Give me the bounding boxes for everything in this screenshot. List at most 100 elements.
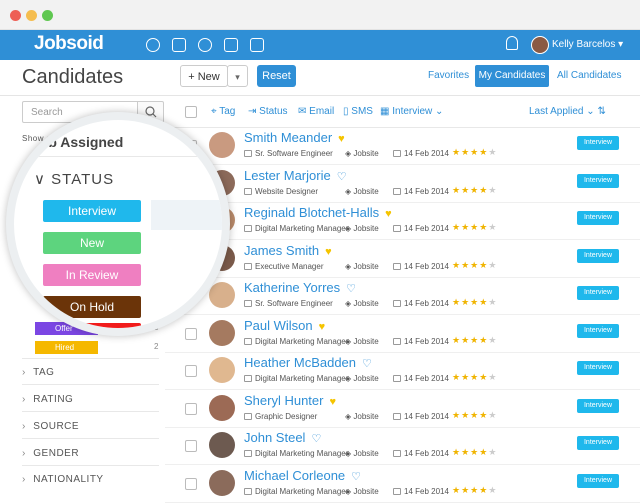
rating-stars[interactable]: ★★★★★ bbox=[452, 485, 497, 496]
candidate-name[interactable]: Sheryl Hunter ♥ bbox=[244, 393, 336, 408]
candidate-name[interactable]: Smith Meander ♥ bbox=[244, 130, 345, 145]
favorite-heart-icon[interactable]: ♥ bbox=[329, 396, 336, 408]
star-icon[interactable]: ★ bbox=[479, 372, 488, 382]
star-icon[interactable]: ★ bbox=[470, 222, 479, 232]
tag-action[interactable]: ⌖ Tag bbox=[211, 106, 235, 117]
candidate-avatar[interactable] bbox=[209, 394, 235, 421]
star-icon[interactable]: ★ bbox=[461, 297, 470, 307]
star-icon[interactable]: ★ bbox=[452, 147, 461, 157]
app-logo[interactable]: Jobsoid bbox=[34, 33, 104, 55]
star-icon[interactable]: ★ bbox=[452, 372, 461, 382]
status-badge[interactable]: Interview bbox=[577, 136, 619, 150]
star-icon[interactable]: ★ bbox=[470, 260, 479, 270]
rating-stars[interactable]: ★★★★★ bbox=[452, 410, 497, 421]
favorite-heart-icon[interactable]: ♥ bbox=[319, 321, 326, 333]
tab-favorites[interactable]: Favorites bbox=[428, 70, 469, 81]
candidate-avatar[interactable] bbox=[209, 432, 235, 458]
reset-button[interactable]: Reset bbox=[257, 65, 296, 87]
star-icon[interactable]: ★ bbox=[479, 410, 488, 420]
candidate-row[interactable]: Michael Corleone ♡ Digital Marketing Manag… bbox=[165, 466, 640, 503]
star-icon[interactable]: ★ bbox=[470, 185, 479, 195]
favorite-heart-icon[interactable]: ♡ bbox=[337, 170, 347, 183]
rating-stars[interactable]: ★★★★★ bbox=[452, 147, 497, 158]
jobs-briefcase-icon[interactable] bbox=[172, 38, 186, 52]
filter-rating[interactable]: › RATING bbox=[22, 394, 73, 405]
status-badge[interactable]: Interview bbox=[577, 173, 619, 188]
rating-stars[interactable]: ★★★★★ bbox=[452, 447, 497, 458]
status-hired[interactable]: Hired bbox=[35, 341, 98, 354]
star-icon[interactable]: ★ bbox=[488, 222, 497, 232]
sms-action[interactable]: ▯ SMS bbox=[343, 106, 373, 117]
status-badge[interactable]: Interview bbox=[577, 323, 619, 338]
favorite-heart-icon[interactable]: ♡ bbox=[362, 357, 372, 370]
star-icon[interactable]: ★ bbox=[488, 335, 497, 345]
candidate-row[interactable]: James Smith ♥ Executive Manager ◈ Jobsite 14… bbox=[165, 241, 640, 278]
new-dropdown-button[interactable]: ▾ bbox=[227, 65, 248, 87]
star-icon[interactable]: ★ bbox=[452, 222, 461, 232]
row-checkbox[interactable] bbox=[185, 365, 197, 377]
candidate-name[interactable]: Reginald Blotchet-Halls ♥ bbox=[244, 205, 392, 220]
star-icon[interactable]: ★ bbox=[479, 260, 488, 270]
candidate-avatar[interactable] bbox=[209, 469, 235, 496]
star-icon[interactable]: ★ bbox=[488, 260, 497, 270]
star-icon[interactable]: ★ bbox=[488, 185, 497, 195]
candidates-user-icon[interactable] bbox=[198, 38, 212, 52]
star-icon[interactable]: ★ bbox=[470, 372, 479, 382]
candidate-name[interactable]: James Smith ♥ bbox=[244, 243, 332, 258]
candidate-row[interactable]: Smith Meander ♥ Sr. Software Engineer ◈ Job… bbox=[165, 128, 640, 165]
select-all-checkbox[interactable] bbox=[185, 106, 197, 118]
status-badge[interactable]: Interview bbox=[577, 473, 619, 488]
favorite-heart-icon[interactable]: ♥ bbox=[338, 133, 345, 145]
star-icon[interactable]: ★ bbox=[461, 147, 470, 157]
candidate-name[interactable]: Lester Marjorie ♡ bbox=[244, 168, 347, 183]
star-icon[interactable]: ★ bbox=[452, 410, 461, 420]
star-icon[interactable]: ★ bbox=[461, 222, 470, 232]
candidate-avatar[interactable] bbox=[209, 282, 235, 308]
status-badge[interactable]: Interview bbox=[577, 361, 619, 375]
candidate-avatar[interactable] bbox=[209, 132, 235, 158]
star-icon[interactable]: ★ bbox=[452, 297, 461, 307]
candidate-avatar[interactable] bbox=[209, 319, 235, 346]
candidate-row[interactable]: Heather McBadden ♡ Digital Marketing Manag… bbox=[165, 353, 640, 390]
status-filter-title[interactable]: ∨ STATUS bbox=[34, 170, 114, 188]
star-icon[interactable]: ★ bbox=[461, 410, 470, 420]
star-icon[interactable]: ★ bbox=[461, 447, 470, 457]
candidate-row[interactable]: Sheryl Hunter ♥ Graphic Designer ◈ Jobsite 1… bbox=[165, 391, 640, 428]
candidate-row[interactable]: Paul Wilson ♥ Digital Marketing Manager ◈ J… bbox=[165, 316, 640, 353]
user-menu[interactable]: Kelly Barcelos ▾ bbox=[552, 39, 623, 50]
star-icon[interactable]: ★ bbox=[470, 297, 479, 307]
candidate-row[interactable]: Lester Marjorie ♡ Website Designer ◈ Jobsit… bbox=[165, 166, 640, 203]
favorite-heart-icon[interactable]: ♡ bbox=[351, 470, 361, 483]
row-checkbox[interactable] bbox=[185, 327, 197, 340]
star-icon[interactable]: ★ bbox=[461, 260, 470, 270]
star-icon[interactable]: ★ bbox=[488, 297, 497, 307]
rating-stars[interactable]: ★★★★★ bbox=[452, 222, 497, 233]
rating-stars[interactable]: ★★★★★ bbox=[452, 297, 497, 308]
rating-stars[interactable]: ★★★★★ bbox=[452, 260, 497, 271]
status-badge[interactable]: Interview bbox=[577, 398, 619, 413]
star-icon[interactable]: ★ bbox=[470, 410, 479, 420]
minimize-window-button[interactable] bbox=[26, 10, 37, 21]
candidate-name[interactable]: Paul Wilson ♥ bbox=[244, 318, 325, 333]
star-icon[interactable]: ★ bbox=[479, 185, 488, 195]
user-avatar[interactable] bbox=[531, 36, 549, 54]
status-in-review[interactable]: In Review bbox=[43, 264, 141, 286]
star-icon[interactable]: ★ bbox=[452, 485, 461, 495]
star-icon[interactable]: ★ bbox=[488, 147, 497, 157]
candidate-row[interactable]: John Steel ♡ Digital Marketing Manager ◈ Jo… bbox=[165, 428, 640, 465]
status-interview[interactable]: Interview bbox=[43, 200, 141, 222]
star-icon[interactable]: ★ bbox=[488, 372, 497, 382]
favorite-heart-icon[interactable]: ♡ bbox=[346, 282, 356, 295]
star-icon[interactable]: ★ bbox=[479, 485, 488, 495]
favorite-heart-icon[interactable]: ♥ bbox=[385, 208, 392, 220]
status-badge[interactable]: Interview bbox=[577, 248, 619, 263]
star-icon[interactable]: ★ bbox=[479, 297, 488, 307]
star-icon[interactable]: ★ bbox=[452, 260, 461, 270]
status-on-hold[interactable]: On Hold bbox=[43, 296, 141, 318]
star-icon[interactable]: ★ bbox=[461, 485, 470, 495]
candidate-name[interactable]: Michael Corleone ♡ bbox=[244, 468, 361, 483]
candidate-row[interactable]: Reginald Blotchet-Halls ♥ Digital Marketin… bbox=[165, 203, 640, 240]
new-candidate-button[interactable]: + New bbox=[180, 65, 228, 87]
star-icon[interactable]: ★ bbox=[470, 485, 479, 495]
row-checkbox[interactable] bbox=[185, 402, 197, 415]
